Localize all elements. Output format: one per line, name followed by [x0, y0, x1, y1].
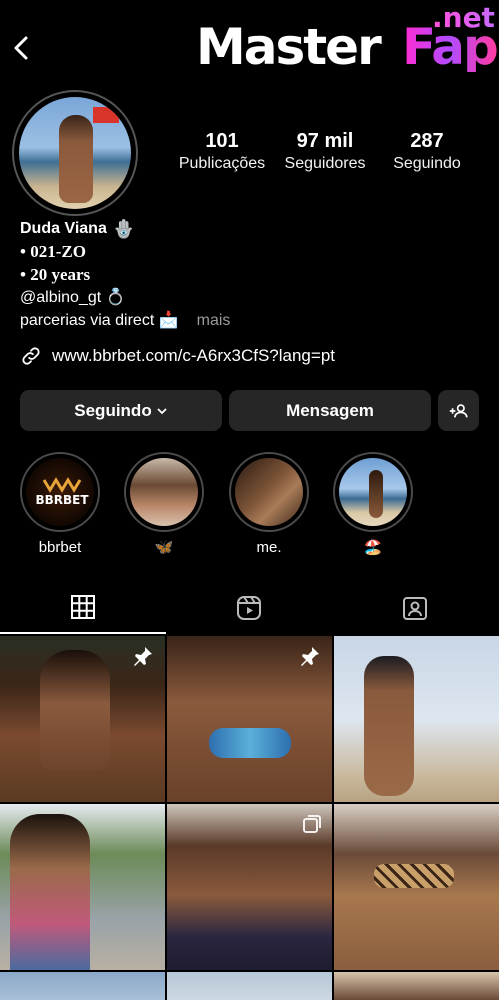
profile-bio: Duda Viana 🪬 • 021-ZO • 20 years @albino… — [20, 218, 480, 332]
grid-post[interactable] — [334, 972, 499, 1000]
pin-icon — [134, 647, 152, 666]
more-link[interactable]: mais — [197, 312, 231, 329]
highlight-me[interactable]: me. — [227, 452, 311, 557]
message-button[interactable]: Mensagem — [229, 390, 431, 431]
top-bar: Master Fap .net — [0, 0, 499, 100]
add-user-button[interactable] — [438, 390, 479, 431]
bio-mention[interactable]: @albino_gt 💍 — [20, 286, 480, 309]
tagged-icon — [403, 597, 427, 620]
grid-post[interactable] — [0, 972, 165, 1000]
profile-avatar[interactable] — [12, 90, 138, 216]
story-highlights: BBRBET bbrbet 🦋 me. 🏖️ — [0, 452, 499, 562]
svg-text:BBRBET: BBRBET — [35, 493, 89, 507]
tab-tagged[interactable] — [332, 582, 498, 634]
grid-icon — [71, 595, 95, 619]
stat-followers[interactable]: 97 mil Seguidores — [278, 128, 372, 174]
profile-name: Duda Viana 🪬 — [20, 219, 136, 239]
tab-grid[interactable] — [0, 582, 166, 634]
add-person-icon — [449, 403, 468, 417]
bio-line: • 20 years — [20, 265, 91, 284]
multiple-posts-icon — [303, 815, 321, 833]
link-icon — [22, 347, 40, 365]
grid-post[interactable] — [167, 804, 332, 970]
watermark-logo: Master Fap .net — [196, 1, 499, 76]
grid-post[interactable] — [0, 804, 165, 970]
following-button[interactable]: Seguindo — [20, 390, 222, 431]
grid-post[interactable] — [334, 636, 499, 802]
highlight-bbrbet[interactable]: BBRBET bbrbet — [18, 452, 102, 557]
tab-reels[interactable] — [166, 582, 332, 634]
highlight-butterfly[interactable]: 🦋 — [122, 452, 206, 557]
stat-following[interactable]: 287 Seguindo — [380, 128, 474, 174]
highlight-beach[interactable]: 🏖️ — [331, 452, 415, 557]
pin-icon — [301, 647, 319, 666]
reels-icon — [237, 596, 261, 620]
grid-post[interactable] — [167, 636, 332, 802]
profile-stats: 101 Publicações 97 mil Seguidores 287 Se… — [170, 128, 480, 178]
avatar-photo — [19, 97, 131, 209]
bbrbet-logo: BBRBET — [26, 458, 94, 526]
bio-line: parcerias via direct 📩 mais — [20, 312, 231, 329]
hamsa-icon: 🪬 — [112, 219, 136, 239]
bio-line: • 021-ZO — [20, 242, 86, 261]
grid-post[interactable] — [334, 804, 499, 970]
profile-tabs — [0, 582, 499, 634]
stat-posts[interactable]: 101 Publicações — [170, 128, 274, 174]
grid-post[interactable] — [167, 972, 332, 1000]
back-arrow-icon[interactable] — [8, 32, 36, 64]
chevron-down-icon — [157, 407, 167, 414]
post-grid — [0, 636, 499, 1000]
profile-link[interactable]: www.bbrbet.com/c-A6rx3CfS?lang=pt — [20, 345, 335, 367]
grid-post[interactable] — [0, 636, 165, 802]
